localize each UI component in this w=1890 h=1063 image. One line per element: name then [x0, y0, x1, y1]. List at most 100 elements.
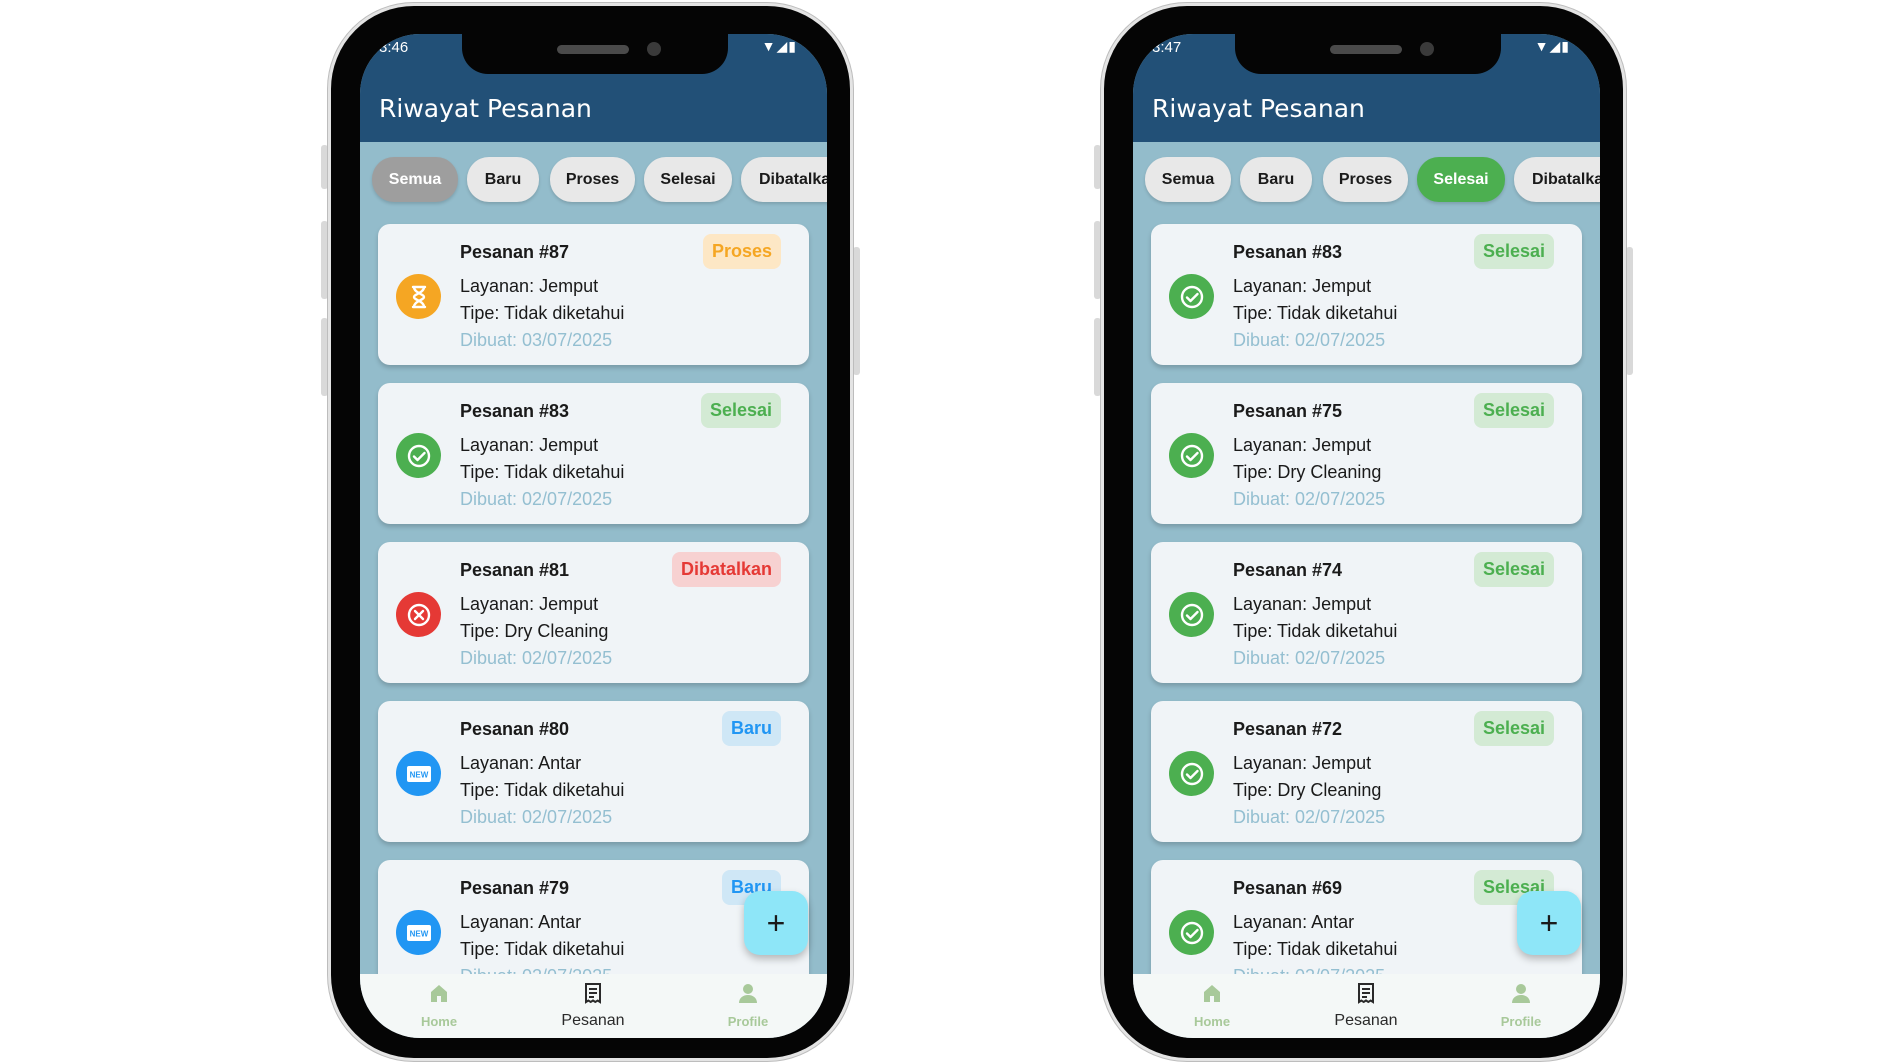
order-type: Tipe: Tidak diketahui — [1233, 303, 1398, 323]
chip-selesai[interactable]: Selesai — [1417, 157, 1505, 202]
notch — [462, 34, 728, 74]
order-date: Dibuat: 02/07/2025 — [1233, 807, 1386, 827]
bottom-navigation: Home Pesanan Profile — [1133, 974, 1600, 1038]
check-circle-icon — [1169, 592, 1214, 637]
app-screen: 3:46 ▼◢▮ Riwayat Pesanan Semua Baru Pros… — [360, 34, 827, 1038]
order-number: Pesanan #87 — [460, 242, 570, 262]
order-service: Layanan: Antar — [460, 912, 582, 932]
status-time: 3:47 — [1152, 39, 1182, 56]
nav-home[interactable]: Home — [374, 974, 504, 1038]
order-date: Dibuat: 02/07/2025 — [460, 807, 613, 827]
nav-home-label: Home — [1193, 1014, 1231, 1029]
order-date: Dibuat: 02/07/2025 — [460, 489, 613, 509]
check-circle-icon — [1169, 433, 1214, 478]
status-time: 3:46 — [379, 39, 409, 56]
check-circle-icon — [396, 433, 441, 478]
order-type: Tipe: Dry Cleaning — [1233, 462, 1382, 482]
receipt-icon — [1358, 983, 1374, 1004]
order-service: Layanan: Jemput — [460, 594, 599, 614]
chip-selesai[interactable]: Selesai — [644, 157, 732, 202]
volume-down-button — [1094, 318, 1101, 396]
order-date: Dibuat: 02/07/2025 — [1233, 489, 1386, 509]
order-number: Pesanan #72 — [1233, 719, 1343, 739]
order-date: Dibuat: 03/07/2025 — [460, 330, 613, 350]
nav-profile[interactable]: Profile — [1456, 974, 1586, 1038]
order-service: Layanan: Jemput — [1233, 753, 1372, 773]
page-title: Riwayat Pesanan — [379, 94, 592, 123]
order-card[interactable]: NEW Pesanan #80 Baru Layanan: Antar Tipe… — [378, 701, 809, 842]
nav-profile[interactable]: Profile — [683, 974, 813, 1038]
status-badge: Selesai — [1473, 234, 1554, 269]
person-icon — [739, 984, 757, 1003]
order-service: Layanan: Jemput — [460, 276, 599, 296]
order-service: Layanan: Jemput — [1233, 594, 1372, 614]
nav-pesanan[interactable]: Pesanan — [1301, 974, 1431, 1038]
new-icon: NEW — [396, 751, 441, 796]
chip-baru[interactable]: Baru — [1240, 157, 1312, 202]
page-title: Riwayat Pesanan — [1152, 94, 1365, 123]
order-card[interactable]: Pesanan #72 Selesai Layanan: Jemput Tipe… — [1151, 701, 1582, 842]
order-number: Pesanan #74 — [1233, 560, 1343, 580]
order-number: Pesanan #83 — [1233, 242, 1343, 262]
order-service: Layanan: Antar — [1233, 912, 1355, 932]
status-badge: Selesai — [700, 393, 781, 428]
status-icons: ▼◢▮ — [1534, 38, 1570, 54]
order-card[interactable]: Pesanan #81 Dibatalkan Layanan: Jemput T… — [378, 542, 809, 683]
order-service: Layanan: Jemput — [1233, 435, 1372, 455]
status-badge: Selesai — [1473, 393, 1554, 428]
volume-down-button — [321, 318, 328, 396]
nav-pesanan-label: Pesanan — [1334, 1012, 1398, 1029]
status-badge: Selesai — [1473, 552, 1554, 587]
order-card[interactable]: Pesanan #83 Selesai Layanan: Jemput Tipe… — [1151, 224, 1582, 365]
chip-semua[interactable]: Semua — [372, 157, 458, 202]
chip-dibatalkan[interactable]: Dibatalka — [741, 157, 827, 202]
order-date: Dibuat: 02/07/2025 — [460, 648, 613, 668]
status-badge: Baru — [721, 711, 781, 746]
order-type: Tipe: Tidak diketahui — [1233, 939, 1398, 959]
order-number: Pesanan #81 — [460, 560, 570, 580]
mute-switch — [321, 145, 328, 189]
order-number: Pesanan #80 — [460, 719, 570, 739]
cancel-icon — [396, 592, 441, 637]
check-circle-icon — [1169, 274, 1214, 319]
add-order-button[interactable]: + — [744, 891, 808, 955]
volume-up-button — [1094, 221, 1101, 299]
status-badge: Proses — [702, 234, 781, 269]
order-service: Layanan: Jemput — [1233, 276, 1372, 296]
phone-frame: 3:46 ▼◢▮ Riwayat Pesanan Semua Baru Pros… — [328, 3, 853, 1061]
chip-proses[interactable]: Proses — [1323, 157, 1408, 202]
person-icon — [1512, 984, 1530, 1003]
status-badge: Selesai — [1473, 711, 1554, 746]
order-number: Pesanan #83 — [460, 401, 570, 421]
order-card[interactable]: Pesanan #87 Proses Layanan: Jemput Tipe:… — [378, 224, 809, 365]
order-card[interactable]: Pesanan #83 Selesai Layanan: Jemput Tipe… — [378, 383, 809, 524]
nav-pesanan-label: Pesanan — [561, 1012, 625, 1029]
order-card[interactable]: Pesanan #74 Selesai Layanan: Jemput Tipe… — [1151, 542, 1582, 683]
volume-up-button — [321, 221, 328, 299]
chip-proses[interactable]: Proses — [550, 157, 635, 202]
phone-frame: 3:47 ▼◢▮ Riwayat Pesanan Semua Baru Pros… — [1101, 3, 1626, 1061]
order-type: Tipe: Tidak diketahui — [460, 462, 625, 482]
chip-baru[interactable]: Baru — [467, 157, 539, 202]
nav-profile-label: Profile — [727, 1014, 769, 1029]
bottom-navigation: Home Pesanan Profile — [360, 974, 827, 1038]
order-card[interactable]: Pesanan #75 Selesai Layanan: Jemput Tipe… — [1151, 383, 1582, 524]
order-type: Tipe: Tidak diketahui — [460, 780, 625, 800]
nav-pesanan[interactable]: Pesanan — [528, 974, 658, 1038]
order-date: Dibuat: 02/07/2025 — [1233, 330, 1386, 350]
nav-home[interactable]: Home — [1147, 974, 1277, 1038]
order-type: Tipe: Dry Cleaning — [1233, 780, 1382, 800]
check-circle-icon — [1169, 910, 1214, 955]
nav-profile-label: Profile — [1500, 1014, 1542, 1029]
chip-dibatalkan[interactable]: Dibatalka — [1514, 157, 1600, 202]
svg-text:NEW: NEW — [409, 770, 428, 779]
filter-chips: Semua Baru Proses Selesai Dibatalka — [1145, 157, 1600, 203]
check-circle-icon — [1169, 751, 1214, 796]
chip-semua[interactable]: Semua — [1145, 157, 1231, 202]
add-order-button[interactable]: + — [1517, 891, 1581, 955]
home-icon — [431, 985, 447, 1002]
power-button — [1626, 247, 1633, 375]
mute-switch — [1094, 145, 1101, 189]
nav-home-label: Home — [420, 1014, 458, 1029]
order-date: Dibuat: 02/07/2025 — [1233, 648, 1386, 668]
